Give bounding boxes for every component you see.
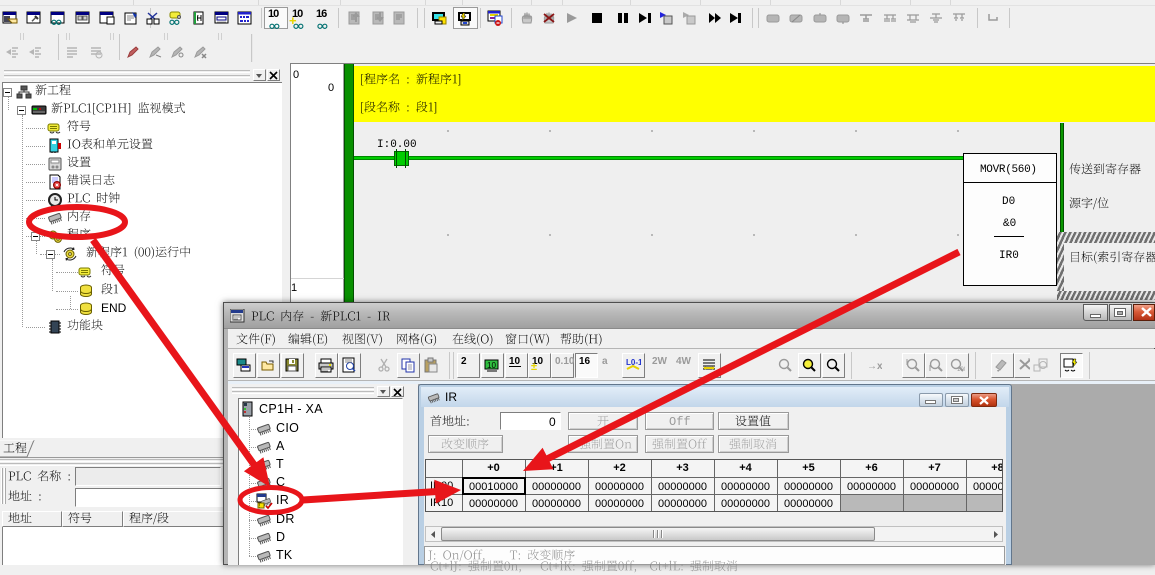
svg-text:10: 10 [487, 361, 496, 370]
svg-text:100: 100 [957, 367, 965, 373]
svg-text:!: ! [259, 504, 260, 510]
svg-text:→x: →x [867, 361, 882, 372]
